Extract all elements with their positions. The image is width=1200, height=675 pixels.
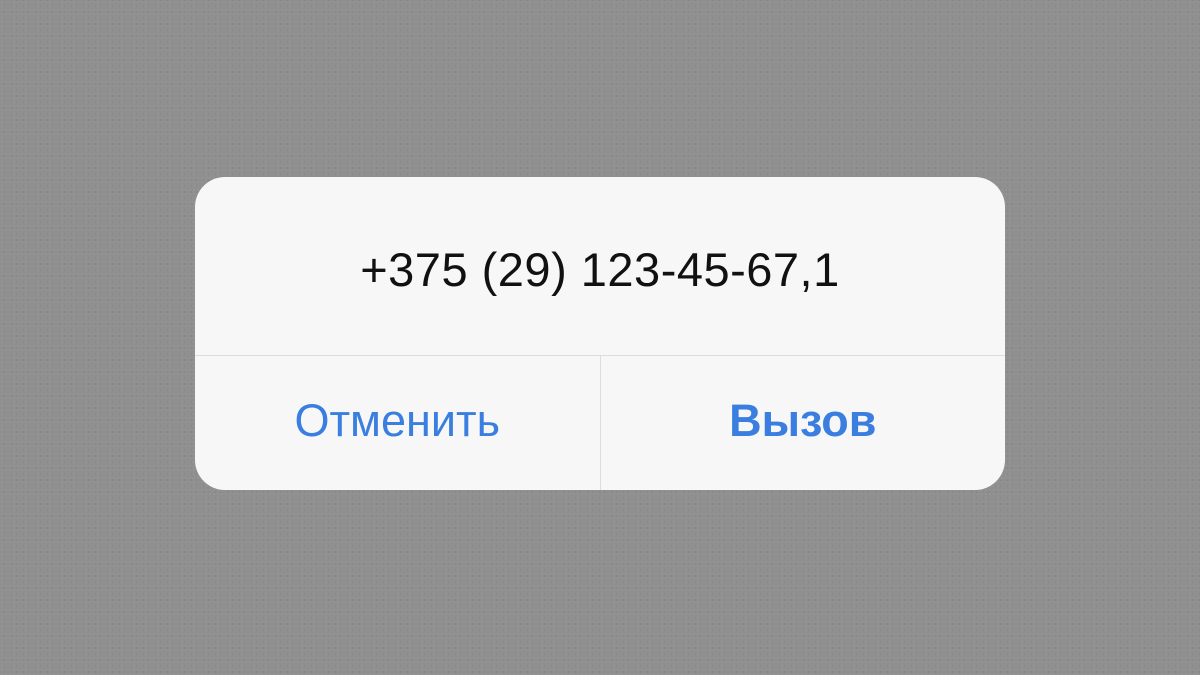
- phone-number: +375 (29) 123-45-67,1: [360, 242, 840, 296]
- call-button[interactable]: Вызов: [601, 356, 1006, 490]
- call-confirmation-dialog: +375 (29) 123-45-67,1 Отменить Вызов: [195, 177, 1005, 490]
- cancel-button[interactable]: Отменить: [195, 356, 601, 490]
- dialog-message: +375 (29) 123-45-67,1: [195, 177, 1005, 356]
- dialog-actions: Отменить Вызов: [195, 356, 1005, 490]
